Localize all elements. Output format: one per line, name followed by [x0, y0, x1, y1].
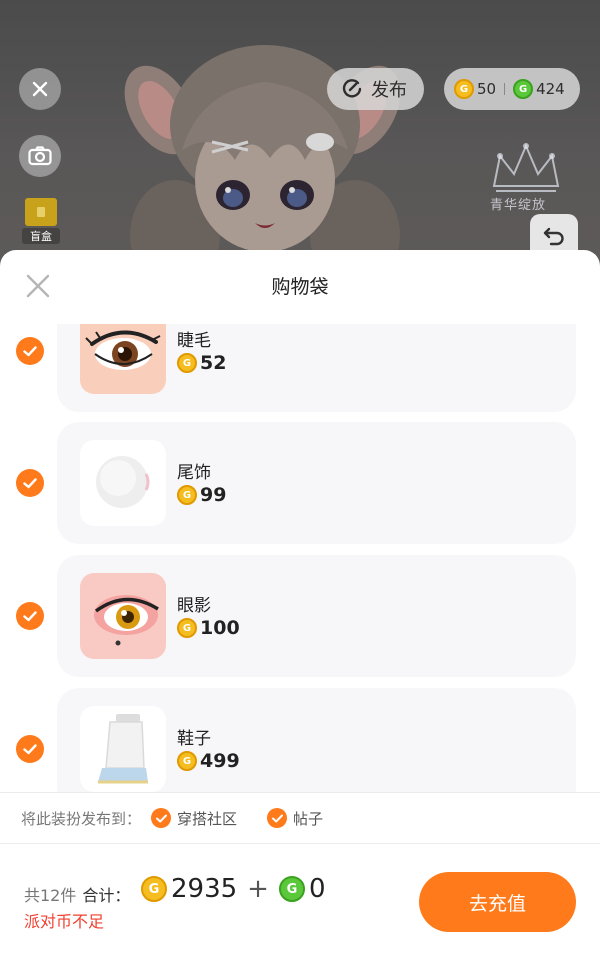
total-amounts: G 2935 + G 0 — [141, 874, 326, 904]
checkmark-icon — [151, 808, 172, 828]
close-icon — [32, 81, 48, 97]
divider — [504, 83, 506, 95]
checkmark-icon — [23, 477, 37, 488]
item-checkbox[interactable] — [16, 469, 44, 497]
item-price: G 52 — [177, 352, 226, 374]
recharge-button[interactable]: 去充值 — [419, 872, 576, 932]
green-total: 0 — [308, 874, 326, 904]
item-name: 睫毛 — [177, 331, 211, 351]
publish-to-label: 将此装扮发布到： — [21, 809, 142, 828]
checkmark-icon — [23, 345, 37, 356]
item-count-line: 共12件 合计： — [24, 882, 130, 906]
item-price: G 100 — [177, 617, 240, 639]
gold-coin-balance: 50 — [477, 80, 497, 98]
green-coin-balance: 424 — [536, 80, 565, 98]
cart-item-card[interactable]: 眼影 G 100 — [57, 555, 576, 677]
item-name: 鞋子 — [177, 729, 211, 749]
publish-option-post[interactable]: 帖子 — [267, 808, 323, 829]
sheet-title: 购物袋 — [271, 276, 329, 298]
tail-thumbnail — [80, 440, 166, 526]
checkmark-icon — [23, 743, 37, 754]
insufficient-balance-warning: 派对币不足 — [24, 912, 105, 931]
checkmark-icon — [267, 808, 288, 828]
cart-item-card[interactable]: 鞋子 G 499 — [57, 688, 576, 792]
item-price-value: 100 — [200, 617, 240, 639]
publish-option-label: 帖子 — [293, 809, 324, 828]
publish-icon — [342, 79, 362, 98]
gold-coin-icon: G — [177, 618, 197, 638]
cart-item-row: 尾饰 G 99 — [0, 422, 600, 544]
avatar-preview: 发布 G 50 G 424 青华绽放 盲盒 — [0, 0, 600, 260]
blind-box-icon — [25, 198, 57, 226]
camera-icon — [28, 146, 52, 166]
avatar-illustration — [124, 45, 401, 260]
item-checkbox[interactable] — [16, 337, 44, 365]
plus-sign: + — [247, 874, 269, 904]
cart-item-list[interactable]: 睫毛 G 52 尾饰 G 99 眼影 G 100 鞋子 G 499 — [0, 324, 600, 792]
close-editor-button[interactable] — [19, 68, 61, 110]
item-price-value: 52 — [200, 352, 227, 374]
publish-option-community[interactable]: 穿搭社区 — [151, 808, 237, 829]
item-price-value: 99 — [200, 484, 227, 506]
gold-coin-icon: G — [177, 751, 197, 771]
green-coin-icon: G — [513, 79, 534, 99]
gold-coin-icon: G — [141, 876, 167, 902]
cart-item-row: 睫毛 G 52 — [0, 324, 600, 412]
cart-item-card[interactable]: 睫毛 G 52 — [57, 324, 576, 412]
green-coin-icon: G — [278, 876, 305, 902]
shopping-bag-sheet: 购物袋 睫毛 G 52 尾饰 G 99 眼影 G 100 鞋子 G 499 将此… — [0, 250, 600, 960]
checkout-footer: 共12件 合计： G 2935 + G 0 派对币不足 去充值 — [0, 844, 600, 960]
item-price: G 499 — [177, 750, 240, 772]
blind-box-button[interactable]: 盲盒 — [22, 198, 60, 246]
item-checkbox[interactable] — [16, 602, 44, 630]
gold-coin-icon: G — [177, 353, 197, 373]
checkmark-icon — [23, 610, 37, 621]
sheet-header: 购物袋 — [0, 250, 600, 324]
publish-button[interactable]: 发布 — [327, 68, 424, 110]
total-label: 合计： — [82, 886, 131, 905]
camera-button[interactable] — [19, 135, 61, 177]
blind-box-label: 盲盒 — [22, 228, 60, 244]
item-price: G 99 — [177, 484, 226, 506]
coin-balance[interactable]: G 50 G 424 — [444, 68, 580, 110]
shoes-thumbnail — [80, 706, 166, 792]
gold-coin-icon: G — [454, 79, 474, 99]
item-checkbox[interactable] — [16, 735, 44, 763]
publish-label: 发布 — [371, 80, 407, 101]
eyelash-thumbnail — [80, 324, 166, 394]
item-name: 眼影 — [177, 596, 211, 616]
eyeshadow-thumbnail — [80, 573, 166, 659]
crown-badge-text: 青华绽放 — [490, 198, 547, 213]
gold-coin-icon: G — [177, 485, 197, 505]
item-count: 共12件 — [24, 886, 77, 905]
item-name: 尾饰 — [177, 463, 211, 483]
cart-item-card[interactable]: 尾饰 G 99 — [57, 422, 576, 544]
publish-option-label: 穿搭社区 — [177, 809, 238, 828]
publish-to-row: 将此装扮发布到： 穿搭社区 帖子 — [0, 792, 600, 844]
cart-item-row: 眼影 G 100 — [0, 555, 600, 677]
cart-item-row: 鞋子 G 499 — [0, 688, 600, 792]
item-price-value: 499 — [200, 750, 240, 772]
undo-icon — [543, 227, 564, 246]
gold-total: 2935 — [171, 874, 238, 904]
